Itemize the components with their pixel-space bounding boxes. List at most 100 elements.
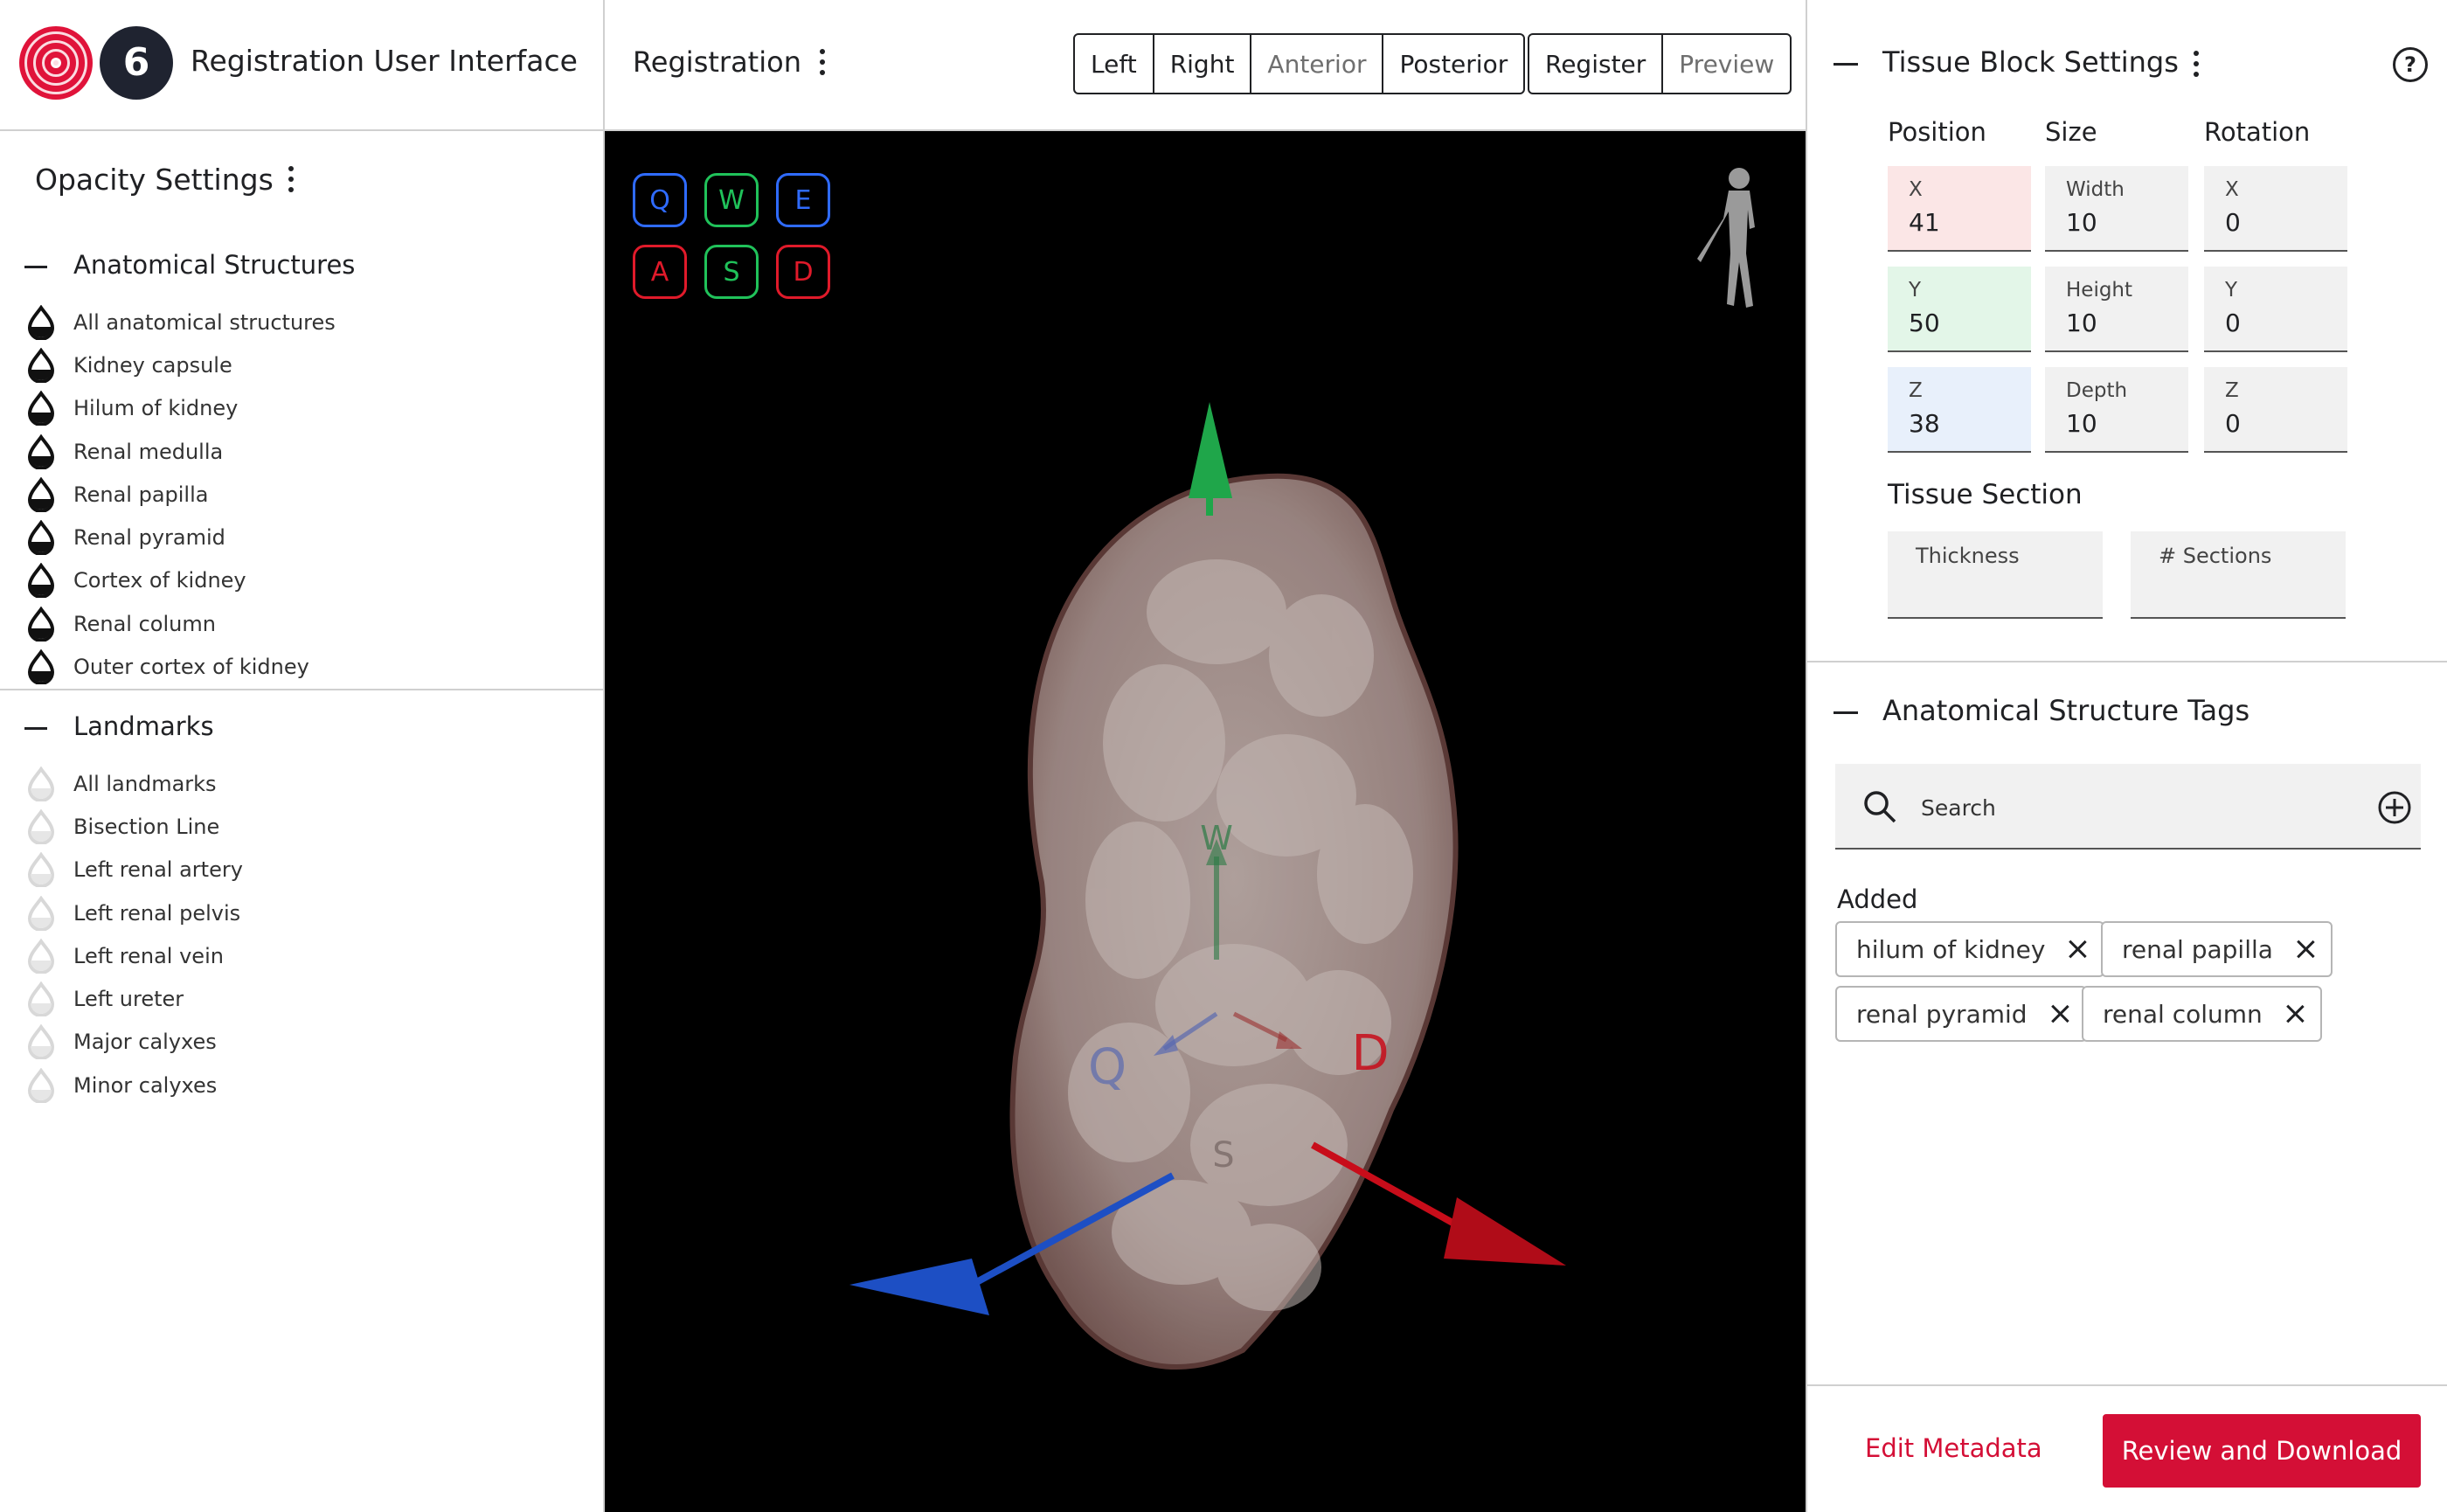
help-icon[interactable]: ?	[2393, 47, 2428, 82]
anatomical-structure-item: Outer cortex of kidney	[24, 645, 336, 688]
field-label: X	[1909, 178, 1923, 201]
opacity-drop-icon[interactable]	[24, 808, 58, 844]
opacity-drop-icon[interactable]	[24, 1067, 58, 1103]
tags-toggle[interactable]: Anatomical Structure Tags	[1834, 694, 2249, 727]
tissue-block-toggle[interactable]: Tissue Block Settings	[1834, 45, 2179, 79]
anatomical-structure-item: Renal papilla	[24, 473, 336, 516]
anatomical-structure-label: Renal medulla	[73, 439, 224, 464]
key-s[interactable]: S	[704, 245, 759, 299]
anatomical-structure-label: Hilum of kidney	[73, 396, 239, 421]
anatomical-structure-item: All anatomical structures	[24, 301, 336, 343]
tissue-block-title: Tissue Block Settings	[1882, 45, 2179, 79]
opacity-drop-icon[interactable]	[24, 852, 58, 888]
view-anterior-button[interactable]: Anterior	[1251, 35, 1384, 93]
review-and-download-button[interactable]: Review and Download	[2103, 1414, 2421, 1488]
field-value: 0	[2225, 208, 2241, 237]
size-width-field[interactable]: Width 10	[2045, 166, 2188, 252]
tag-label: renal papilla	[2122, 934, 2273, 964]
view-right-button[interactable]: Right	[1154, 35, 1252, 93]
position-y-field[interactable]: Y 50	[1888, 267, 2031, 352]
anatomical-structure-item: Hilum of kidney	[24, 387, 336, 430]
gizmo-label-s: S	[1212, 1135, 1234, 1176]
remove-tag-icon[interactable]	[2050, 1004, 2069, 1023]
tags-title: Anatomical Structure Tags	[1882, 694, 2250, 727]
tissue-block-menu-icon[interactable]	[2192, 51, 2201, 82]
tag-chip[interactable]: renal pyramid	[1835, 986, 2087, 1042]
size-depth-field[interactable]: Depth 10	[2045, 367, 2188, 453]
registration-toolbar: Registration Left Right Anterior Posteri…	[605, 0, 1806, 131]
opacity-drop-icon[interactable]	[24, 895, 58, 931]
target-logo-icon[interactable]	[19, 26, 93, 100]
field-label: Width	[2066, 178, 2125, 201]
opacity-drop-icon[interactable]	[24, 649, 58, 685]
landmark-label: All landmarks	[73, 771, 217, 796]
opacity-settings-title: Opacity Settings	[35, 163, 274, 197]
gizmo-label-w: W	[1200, 819, 1233, 857]
anatomical-structure-item: Renal medulla	[24, 430, 336, 473]
register-button[interactable]: Register	[1529, 35, 1664, 93]
remove-tag-icon[interactable]	[2296, 940, 2315, 959]
tag-label: renal pyramid	[1856, 999, 2028, 1029]
opacity-drop-icon[interactable]	[24, 304, 58, 340]
opacity-drop-icon[interactable]	[24, 520, 58, 556]
landmark-item: Left renal pelvis	[24, 891, 243, 934]
opacity-drop-icon[interactable]	[24, 391, 58, 427]
view-button-group: Left Right Anterior Posterior	[1073, 33, 1526, 94]
view-posterior-button[interactable]: Posterior	[1383, 35, 1523, 93]
position-x-field[interactable]: X 41	[1888, 166, 2031, 252]
tag-chip[interactable]: renal column	[2082, 986, 2322, 1042]
key-q[interactable]: Q	[633, 173, 687, 227]
position-column-label: Position	[1888, 117, 1986, 147]
landmark-item: Bisection Line	[24, 805, 243, 848]
rotation-y-field[interactable]: Y0	[2204, 267, 2347, 352]
landmarks-toggle[interactable]: Landmarks	[24, 711, 214, 741]
opacity-drop-icon[interactable]	[24, 563, 58, 599]
remove-tag-icon[interactable]	[2068, 940, 2087, 959]
edit-metadata-button[interactable]: Edit Metadata	[1865, 1433, 2042, 1463]
search-icon	[1864, 791, 1896, 823]
key-w[interactable]: W	[704, 173, 759, 227]
opacity-drop-icon[interactable]	[24, 347, 58, 383]
field-label: Z	[1909, 379, 1923, 402]
opacity-drop-icon[interactable]	[24, 433, 58, 469]
key-d[interactable]: D	[776, 245, 830, 299]
anatomical-structures-heading: Anatomical Structures	[73, 250, 356, 280]
registration-menu-icon[interactable]	[818, 49, 827, 80]
thickness-field[interactable]: Thickness	[1888, 531, 2103, 619]
key-a[interactable]: A	[633, 245, 687, 299]
key-e[interactable]: E	[776, 173, 830, 227]
opacity-drop-icon[interactable]	[24, 938, 58, 974]
size-height-field[interactable]: Height 10	[2045, 267, 2188, 352]
left-panel: 6 Registration User Interface Opacity Se…	[0, 0, 605, 1512]
rotation-z-field[interactable]: Z0	[2204, 367, 2347, 453]
view-left-button[interactable]: Left	[1075, 35, 1154, 93]
opacity-drop-icon[interactable]	[24, 766, 58, 801]
gizmo-label-d: D	[1351, 1025, 1389, 1082]
divider	[1807, 661, 2447, 662]
3d-viewport[interactable]: W Q D S QWEASD	[605, 131, 1806, 1512]
field-value: 10	[2066, 208, 2097, 237]
mode-button-group: Register Preview	[1528, 33, 1792, 94]
preview-button[interactable]: Preview	[1663, 35, 1790, 93]
collapse-icon	[1834, 62, 1858, 66]
position-z-field[interactable]: Z 38	[1888, 367, 2031, 453]
rotation-x-field[interactable]: X0	[2204, 166, 2347, 252]
opacity-drop-icon[interactable]	[24, 1024, 58, 1060]
remove-tag-icon[interactable]	[2285, 1004, 2305, 1023]
tag-search-box[interactable]: Search	[1835, 764, 2421, 850]
sections-count-field[interactable]: # Sections	[2131, 531, 2346, 619]
anatomical-structure-item: Kidney capsule	[24, 343, 336, 386]
landmark-label: Left renal artery	[73, 857, 243, 883]
opacity-drop-icon[interactable]	[24, 606, 58, 642]
opacity-drop-icon[interactable]	[24, 476, 58, 512]
tag-chip[interactable]: renal papilla	[2101, 921, 2333, 977]
opacity-menu-icon[interactable]	[287, 166, 295, 198]
tag-chip[interactable]: hilum of kidney	[1835, 921, 2105, 977]
field-label: X	[2225, 178, 2239, 201]
anatomical-structures-toggle[interactable]: Anatomical Structures	[24, 250, 355, 280]
field-value: 0	[2225, 309, 2241, 337]
organization-logo-icon[interactable]: 6	[100, 26, 173, 100]
kidney-scene[interactable]: W Q D S	[605, 131, 1806, 1512]
field-label: Y	[2225, 279, 2238, 302]
opacity-drop-icon[interactable]	[24, 981, 58, 1017]
